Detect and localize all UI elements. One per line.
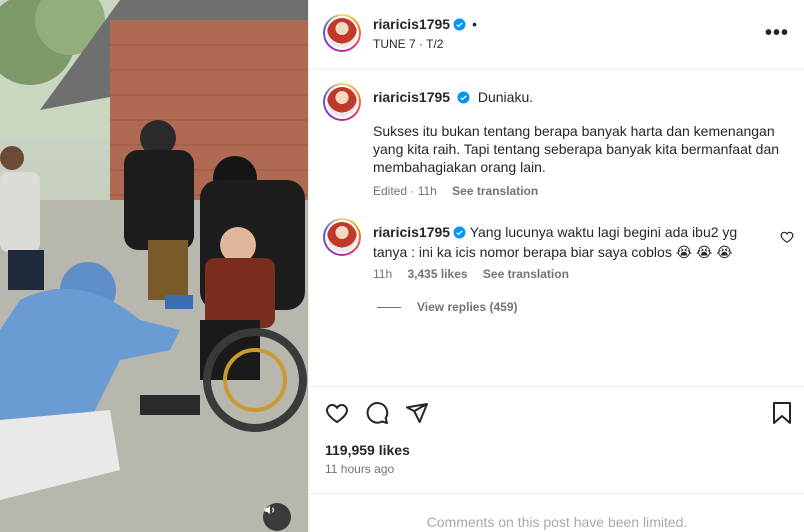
action-bar [309, 386, 804, 438]
caption-username[interactable]: riaricis1795 [373, 89, 450, 105]
header-username[interactable]: riaricis1795 [373, 16, 450, 32]
more-dots-icon[interactable]: ••• [765, 22, 789, 45]
likes-count[interactable]: 119,959 likes [325, 442, 410, 458]
comment-avatar[interactable] [323, 218, 361, 256]
comment-meta: 11h 3,435 likes See translation [373, 267, 569, 281]
post-media[interactable] [0, 0, 308, 532]
view-replies-button[interactable]: View replies (459) [377, 300, 518, 314]
caption-body: Sukses itu bukan tentang berapa banyak h… [373, 123, 780, 175]
audio-label[interactable]: TUNE 7 · T/2 [373, 37, 443, 51]
caption-avatar[interactable] [323, 83, 361, 121]
paper-plane-icon[interactable] [405, 401, 429, 425]
caption-header: riaricis1795 Duniaku. [373, 89, 533, 105]
avatar[interactable] [323, 14, 361, 52]
comment-username[interactable]: riaricis1795 [373, 224, 450, 240]
post-header: riaricis1795 • TUNE 7 · T/2 ••• [309, 0, 804, 69]
comment-icon[interactable] [365, 401, 389, 425]
header-user: riaricis1795 • [373, 16, 477, 32]
verified-badge-icon [457, 91, 470, 104]
comment-body: riaricis1795 Yang lucunya waktu lagi beg… [373, 222, 753, 262]
comment-see-translation[interactable]: See translation [483, 267, 569, 281]
replies-line [377, 306, 401, 308]
heart-icon[interactable] [325, 401, 349, 425]
caption-see-translation[interactable]: See translation [452, 184, 538, 198]
comment-like-heart-icon[interactable] [780, 230, 794, 244]
speaker-icon [264, 505, 275, 515]
verified-badge-icon [453, 226, 466, 239]
caption-meta: Edited · 11h See translation [373, 184, 538, 198]
verified-badge-icon [453, 18, 466, 30]
caption-edited: Edited · 11h [373, 184, 437, 198]
post-panel: riaricis1795 • TUNE 7 · T/2 ••• riaricis… [308, 0, 804, 532]
comments-limited-notice: Comments on this post have been limited. [426, 514, 688, 530]
comment-likes[interactable]: 3,435 likes [407, 267, 467, 281]
comment-time: 11h [373, 267, 393, 281]
comments-limited-footer: Comments on this post have been limited. [309, 493, 804, 532]
bookmark-icon[interactable] [771, 401, 793, 425]
mute-button[interactable] [263, 503, 291, 531]
caption-lead: Duniaku. [477, 89, 534, 105]
video-frame-illustration [0, 0, 308, 532]
view-replies-label: View replies (459) [417, 300, 518, 314]
post-time[interactable]: 11 hours ago [325, 462, 394, 476]
separator-dot: • [472, 16, 477, 32]
